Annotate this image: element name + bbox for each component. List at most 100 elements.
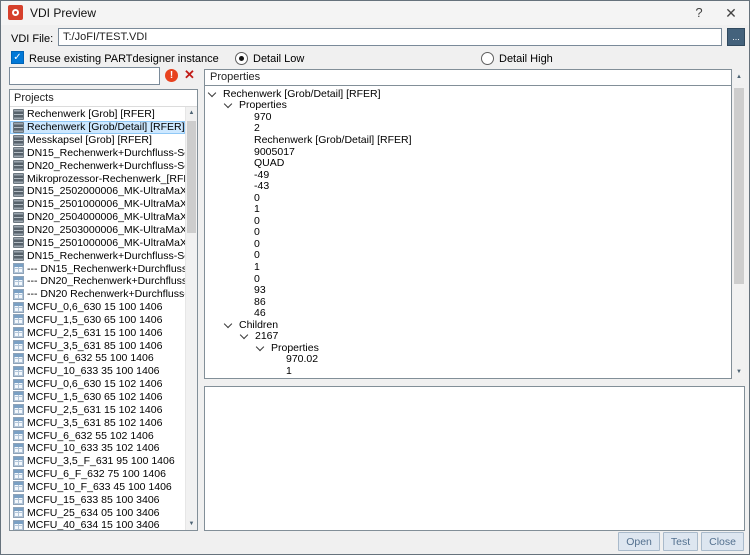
tree-node[interactable]: 2: [205, 122, 731, 134]
detail-low-radio[interactable]: [235, 52, 248, 65]
project-list-item[interactable]: DN15_2501000006_MK-UltraMaXX_mi...: [10, 236, 185, 249]
project-list-item[interactable]: Rechenwerk [Grob/Detail] [RFER]: [10, 120, 185, 134]
tree-node[interactable]: Properties: [205, 99, 731, 111]
project-list-item[interactable]: MCFU_10_633 35 102 1406: [10, 442, 185, 455]
open-button[interactable]: Open: [618, 532, 660, 551]
project-list-item[interactable]: --- DN20 Rechenwerk+Durchfluss-...: [10, 288, 185, 301]
projects-list: Rechenwerk [Grob] [RFER] Rechenwerk [Grob…: [10, 108, 185, 530]
project-list-item[interactable]: DN15_Rechenwerk+Durchfluss-Sen...: [10, 249, 185, 262]
project-list-item[interactable]: DN15_2502000006_MK-UltraMaXX_Ge...: [10, 185, 185, 198]
project-list-item[interactable]: Rechenwerk [Grob] [RFER]: [10, 108, 185, 121]
titlebar[interactable]: VDI Preview ? ✕: [1, 1, 749, 25]
scrollbar-thumb[interactable]: [187, 121, 196, 233]
project-list-item[interactable]: MCFU_3,5_631 85 100 1406: [10, 339, 185, 352]
tree-node[interactable]: 86: [205, 296, 731, 308]
tree-node[interactable]: 93: [205, 284, 731, 296]
project-list-item[interactable]: MCFU_1,5_630 65 100 1406: [10, 314, 185, 327]
project-list-item[interactable]: MCFU_25_634 05 100 3406: [10, 506, 185, 519]
chevron-down-icon[interactable]: [255, 342, 265, 352]
tree-node[interactable]: -43: [205, 180, 731, 192]
project-item-label: MCFU_40_634 15 100 3406: [27, 519, 160, 530]
close-button[interactable]: Close: [701, 532, 744, 551]
chevron-down-icon[interactable]: [207, 88, 217, 98]
vdi-file-input[interactable]: [58, 28, 722, 46]
browse-button[interactable]: ...: [727, 28, 745, 46]
chevron-down-icon[interactable]: [223, 319, 233, 328]
titlebar-close-button[interactable]: ✕: [715, 1, 747, 25]
chevron-down-icon[interactable]: [223, 100, 233, 109]
project-list-item[interactable]: DN20_Rechenwerk+Durchfluss-Sen...: [10, 159, 185, 172]
component-part-icon: [13, 237, 24, 249]
clear-filter-button[interactable]: ✕: [184, 67, 195, 83]
filter-input[interactable]: [9, 67, 160, 85]
project-list-item[interactable]: MCFU_6_632 55 100 1406: [10, 352, 185, 365]
tree-node[interactable]: 0: [205, 273, 731, 285]
tree-node[interactable]: 46: [205, 307, 731, 319]
detail-high-radio[interactable]: [481, 52, 494, 65]
reuse-checkbox[interactable]: ✓: [11, 51, 24, 64]
tree-node[interactable]: 9005017: [205, 146, 731, 158]
titlebar-help-button[interactable]: ?: [683, 1, 715, 25]
tree-node-label: 2167: [255, 330, 279, 343]
tree-node[interactable]: 1: [205, 203, 731, 215]
project-list-item[interactable]: MCFU_15_633 85 100 3406: [10, 493, 185, 506]
table-part-icon: [13, 468, 24, 480]
table-part-icon: [13, 455, 24, 467]
project-list-item[interactable]: MCFU_40_634 15 100 3406: [10, 519, 185, 530]
project-list-item[interactable]: MCFU_1,5_630 65 102 1406: [10, 391, 185, 404]
tree-node[interactable]: 2167: [205, 330, 731, 342]
tree-node[interactable]: 970: [205, 111, 731, 123]
project-list-item[interactable]: MCFU_3,5_631 85 102 1406: [10, 416, 185, 429]
project-list-item[interactable]: MCFU_3,5_F_631 95 100 1406: [10, 455, 185, 468]
tree-node[interactable]: 0: [205, 226, 731, 238]
app-logo-glyph: [12, 9, 19, 16]
project-list-item[interactable]: Messkapsel [Grob] [RFER]: [10, 134, 185, 147]
tree-node[interactable]: Rechenwerk [Grob/Detail] [RFER]: [205, 88, 731, 100]
scroll-up-icon[interactable]: ▲: [186, 107, 197, 119]
tree-node[interactable]: 970.02: [205, 353, 731, 365]
project-list-item[interactable]: Mikroprozessor-Rechenwerk_[RFER]: [10, 172, 185, 185]
component-part-icon: [13, 185, 24, 197]
project-list-item[interactable]: --- DN15_Rechenwerk+Durchfluss-...: [10, 262, 185, 275]
project-list-item[interactable]: MCFU_10_F_633 45 100 1406: [10, 480, 185, 493]
test-button[interactable]: Test: [662, 532, 699, 551]
tree-node[interactable]: 1: [205, 365, 731, 377]
project-list-item[interactable]: MCFU_6_632 55 102 1406: [10, 429, 185, 442]
project-list-item[interactable]: DN15_Rechenwerk+Durchfluss-Sen...: [10, 147, 185, 160]
project-list-item[interactable]: DN20_2503000006_MK-UltraMaXX_mi...: [10, 224, 185, 237]
scroll-down-icon[interactable]: ▼: [186, 518, 197, 530]
properties-scrollbar[interactable]: [733, 86, 745, 366]
chevron-down-icon[interactable]: [239, 331, 249, 340]
reuse-checkbox-label[interactable]: Reuse existing PARTdesigner instance: [29, 53, 219, 65]
project-item-label: MCFU_3,5_631 85 100 1406: [27, 339, 163, 352]
tree-node[interactable]: Properties: [205, 342, 731, 354]
projects-scrollbar[interactable]: ▲ ▼: [185, 107, 197, 530]
project-list-item[interactable]: MCFU_2,5_631 15 102 1406: [10, 403, 185, 416]
scroll-up-icon[interactable]: ▲: [733, 71, 745, 84]
tree-node[interactable]: 0: [205, 238, 731, 250]
tree-node[interactable]: 0: [205, 215, 731, 227]
tree-node[interactable]: 0: [205, 249, 731, 261]
detail-high-label[interactable]: Detail High: [499, 53, 553, 65]
project-list-item[interactable]: MCFU_2,5_631 15 100 1406: [10, 326, 185, 339]
project-list-item[interactable]: --- DN20_Rechenwerk+Durchfluss-...: [10, 275, 185, 288]
projects-panel: Projects Rechenwerk [Grob] [RFER] Rechenw…: [9, 89, 198, 531]
component-part-icon: [13, 121, 24, 133]
project-list-item[interactable]: MCFU_0,6_630 15 102 1406: [10, 378, 185, 391]
scroll-down-icon[interactable]: ▼: [733, 366, 745, 379]
project-list-item[interactable]: MCFU_0,6_630 15 100 1406: [10, 301, 185, 314]
project-list-item[interactable]: DN20_2504000006_MK-UltraMaXX_mi...: [10, 211, 185, 224]
tree-node[interactable]: QUAD: [205, 157, 731, 169]
tree-node[interactable]: 0: [205, 192, 731, 204]
project-list-item[interactable]: MCFU_10_633 35 100 1406: [10, 365, 185, 378]
tree-node[interactable]: 1: [205, 261, 731, 273]
tree-node-label: Properties: [271, 341, 319, 354]
scrollbar-thumb[interactable]: [734, 88, 744, 284]
detail-low-label[interactable]: Detail Low: [253, 53, 304, 65]
project-list-item[interactable]: DN15_2501000006_MK-UltraMaXX_mi...: [10, 198, 185, 211]
tree-node[interactable]: -49: [205, 169, 731, 181]
tree-node[interactable]: Rechenwerk [Grob/Detail] [RFER]: [205, 134, 731, 146]
project-list-item[interactable]: MCFU_6_F_632 75 100 1406: [10, 468, 185, 481]
tree-node[interactable]: Children: [205, 319, 731, 331]
project-item-label: MCFU_10_F_633 45 100 1406: [27, 480, 172, 493]
